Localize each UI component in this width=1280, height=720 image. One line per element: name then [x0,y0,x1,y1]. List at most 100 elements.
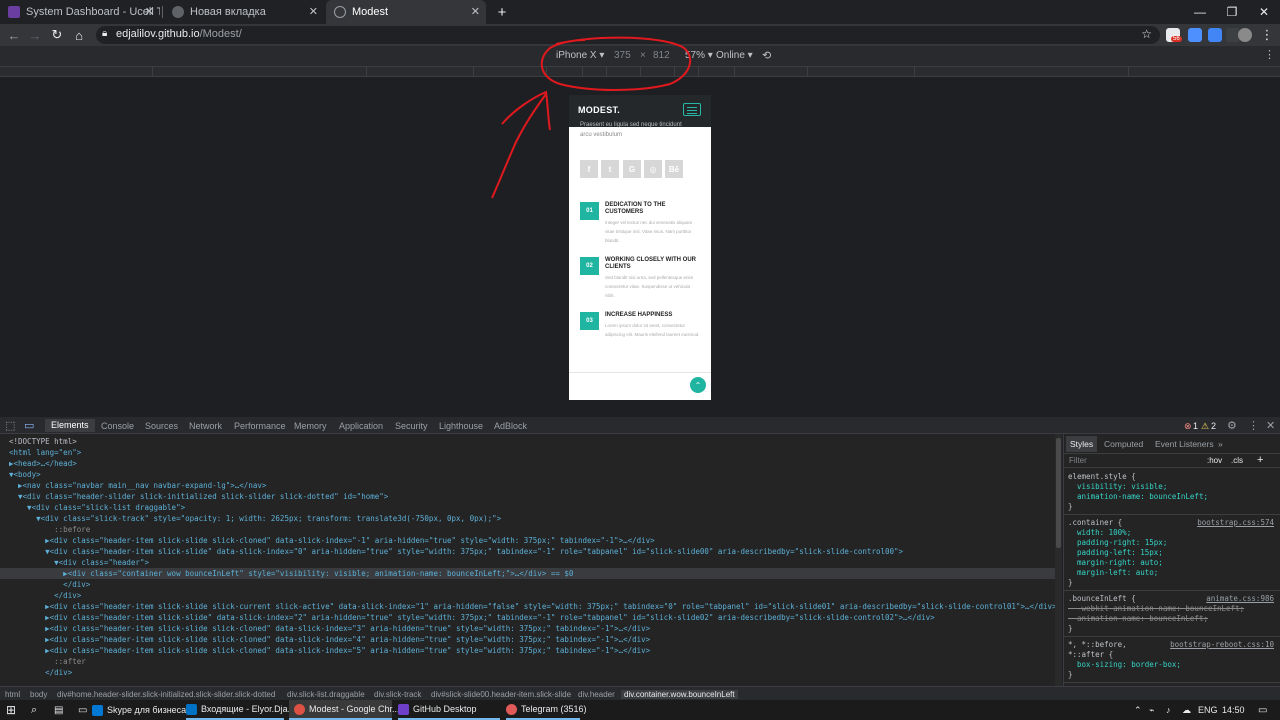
tab-adblock[interactable]: AdBlock [494,421,527,431]
close-tab-icon[interactable]: ✕ [145,5,154,18]
style-rule-line[interactable]: .bounceInLeft {animate.css:986 [1068,594,1278,603]
dom-line[interactable]: ▶<nav class="navbar main__nav navbar-exp… [0,480,1055,491]
tab-performance[interactable]: Performance [234,421,286,431]
notifications-icon[interactable]: ▭ [1258,700,1267,720]
onedrive-icon[interactable]: ☁ [1182,700,1191,720]
language-indicator[interactable]: ENG [1198,700,1218,720]
taskbar-app-chrome[interactable]: Modest - Google Chr... [289,700,400,720]
breadcrumb-item[interactable]: body [30,690,47,699]
volume-icon[interactable]: ♪ [1166,700,1171,720]
google-icon[interactable]: G [623,160,641,178]
dom-line[interactable]: ▶<div class="header-item slick-slide sli… [0,601,1055,612]
breadcrumb-item[interactable]: div#home.header-slider.slick-initialized… [57,690,275,699]
add-rule-button[interactable]: + [1257,454,1263,466]
minimize-button[interactable]: — [1184,0,1216,24]
style-rule-line[interactable]: width: 100%; [1068,528,1278,537]
more-tabs-icon[interactable]: » [1218,439,1223,449]
new-tab-button[interactable]: + [486,0,518,24]
cls-toggle[interactable]: .cls [1231,456,1243,465]
tab-network[interactable]: Network [189,421,222,431]
back-icon[interactable]: ← [5,26,23,44]
url-text[interactable]: edjalilov.github.io/Modest/ [116,28,242,40]
device-menu-icon[interactable]: ⋮ [1264,48,1275,61]
style-source-link[interactable]: bootstrap-reboot.css:10 [1170,640,1274,649]
dom-line[interactable]: <html lang="en"> [0,447,1055,458]
tab-new-tab[interactable]: Новая вкладка ✕ [164,0,324,24]
dom-line[interactable]: ▼<body> [0,469,1055,480]
task-view-icon[interactable]: ▤ [54,700,63,720]
dom-line[interactable]: ▶<div class="header-item slick-slide sli… [0,634,1055,645]
style-rule-line[interactable]: .container {bootstrap.css:574 [1068,518,1278,527]
breadcrumb-item[interactable]: div.slick-track [374,690,421,699]
dom-line-selected[interactable]: ▶<div class="container wow bounceInLeft"… [0,568,1055,579]
close-tab-icon[interactable]: ✕ [471,5,480,18]
tab-memory[interactable]: Memory [294,421,327,431]
style-rule-line[interactable]: animation-name: bounceInLeft; [1068,492,1278,501]
device-toggle-icon[interactable]: ▭ [24,419,34,432]
dom-line[interactable]: </div> [0,579,1055,590]
tab-console[interactable]: Console [101,421,134,431]
close-tab-icon[interactable]: ✕ [309,5,318,18]
scroll-to-top-button[interactable]: ⌃ [690,377,706,393]
style-rule-line[interactable]: box-sizing: border-box; [1068,660,1278,669]
windows-start-icon[interactable]: ⊞ [6,700,16,720]
style-source-link[interactable]: bootstrap.css:574 [1197,518,1274,527]
breadcrumb-item[interactable]: html [5,690,20,699]
style-rule-line[interactable]: *::after { [1068,650,1278,659]
reload-icon[interactable]: ↻ [48,26,66,44]
close-devtools-icon[interactable]: ✕ [1266,419,1275,432]
warning-count[interactable]: 2 [1211,421,1216,431]
taskbar-app-github[interactable]: GitHub Desktop [398,700,500,720]
media-query-ruler[interactable] [0,66,1280,77]
site-logo[interactable]: MODEST. [578,105,620,115]
dom-line[interactable]: ::before [0,524,1055,535]
style-rule-line[interactable]: } [1068,670,1278,679]
twitter-icon[interactable]: t [601,160,619,178]
style-rule-line[interactable]: } [1068,578,1278,587]
tab-lighthouse[interactable]: Lighthouse [439,421,483,431]
style-rule-line[interactable]: *, *::before, bootstrap-reboot.css:10 [1068,640,1278,649]
kebab-menu-icon[interactable]: ⋮ [1258,26,1276,44]
style-rule-line[interactable]: margin-left: auto; [1068,568,1278,577]
viewport-width-input[interactable]: 375 [614,50,631,61]
dom-line[interactable]: ▼<div class="slick-track" style="opacity… [0,513,1055,524]
rotate-icon[interactable]: ⟲ [762,49,771,62]
window-close-button[interactable]: ✕ [1248,0,1280,24]
tab-system-dashboard[interactable]: System Dashboard - Ucell Ticket ✕ [0,0,160,24]
style-rule-line[interactable]: -webkit-animation-name: bounceInLeft; [1068,604,1278,613]
tray-overflow-icon[interactable]: ⌃ [1134,700,1142,720]
dom-line[interactable]: <!DOCTYPE html> [0,436,1055,447]
tab-event-listeners[interactable]: Event Listeners [1155,439,1214,449]
style-rule-line[interactable]: padding-left: 15px; [1068,548,1278,557]
filter-input[interactable]: Filter [1069,456,1087,465]
zoom-select[interactable]: 57% ▾ [685,50,713,61]
style-rule-line[interactable]: visibility: visible; [1068,482,1278,491]
file-explorer-icon[interactable]: ▭ [78,700,87,720]
error-count[interactable]: 1 [1193,421,1198,431]
download-extension-icon[interactable] [1188,28,1202,42]
network-throttle-select[interactable]: Online ▾ [716,50,753,61]
avatar[interactable] [1238,28,1252,42]
style-rule-line[interactable]: animation-name: bounceInLeft; [1068,614,1278,623]
dom-line[interactable]: ▶<head>…</head> [0,458,1055,469]
breadcrumb-item-current[interactable]: div.container.wow.bounceInLeft [621,690,738,699]
clock[interactable]: 14:50 [1222,700,1245,720]
gear-icon[interactable]: ⚙ [1227,419,1237,432]
taskbar-app-telegram[interactable]: Telegram (3516) [506,700,587,720]
device-select[interactable]: iPhone X ▾ [556,50,604,61]
dom-line[interactable]: ▶<div class="header-item slick-slide sli… [0,645,1055,656]
style-rule-line[interactable]: margin-right: auto; [1068,558,1278,567]
dom-line[interactable]: </div> [0,590,1055,601]
dribbble-icon[interactable]: ◎ [644,160,662,178]
dom-line[interactable]: ▶<div class="header-item slick-slide sli… [0,535,1055,546]
breadcrumb-item[interactable]: div.slick-list.draggable [287,690,365,699]
taskbar-app-skype[interactable]: Skype для бизнеса [92,700,186,720]
home-icon[interactable]: ⌂ [70,26,88,44]
search-icon[interactable]: ⌕ [31,700,37,720]
breadcrumb-item[interactable]: div#slick-slide00.header-item.slick-slid… [431,690,571,699]
viewport-height-input[interactable]: 812 [653,50,670,61]
facebook-icon[interactable]: f [580,160,598,178]
behance-icon[interactable]: Bē [665,160,683,178]
inspect-element-icon[interactable]: ⬚ [5,419,15,432]
dom-line[interactable]: ::after [0,656,1055,667]
